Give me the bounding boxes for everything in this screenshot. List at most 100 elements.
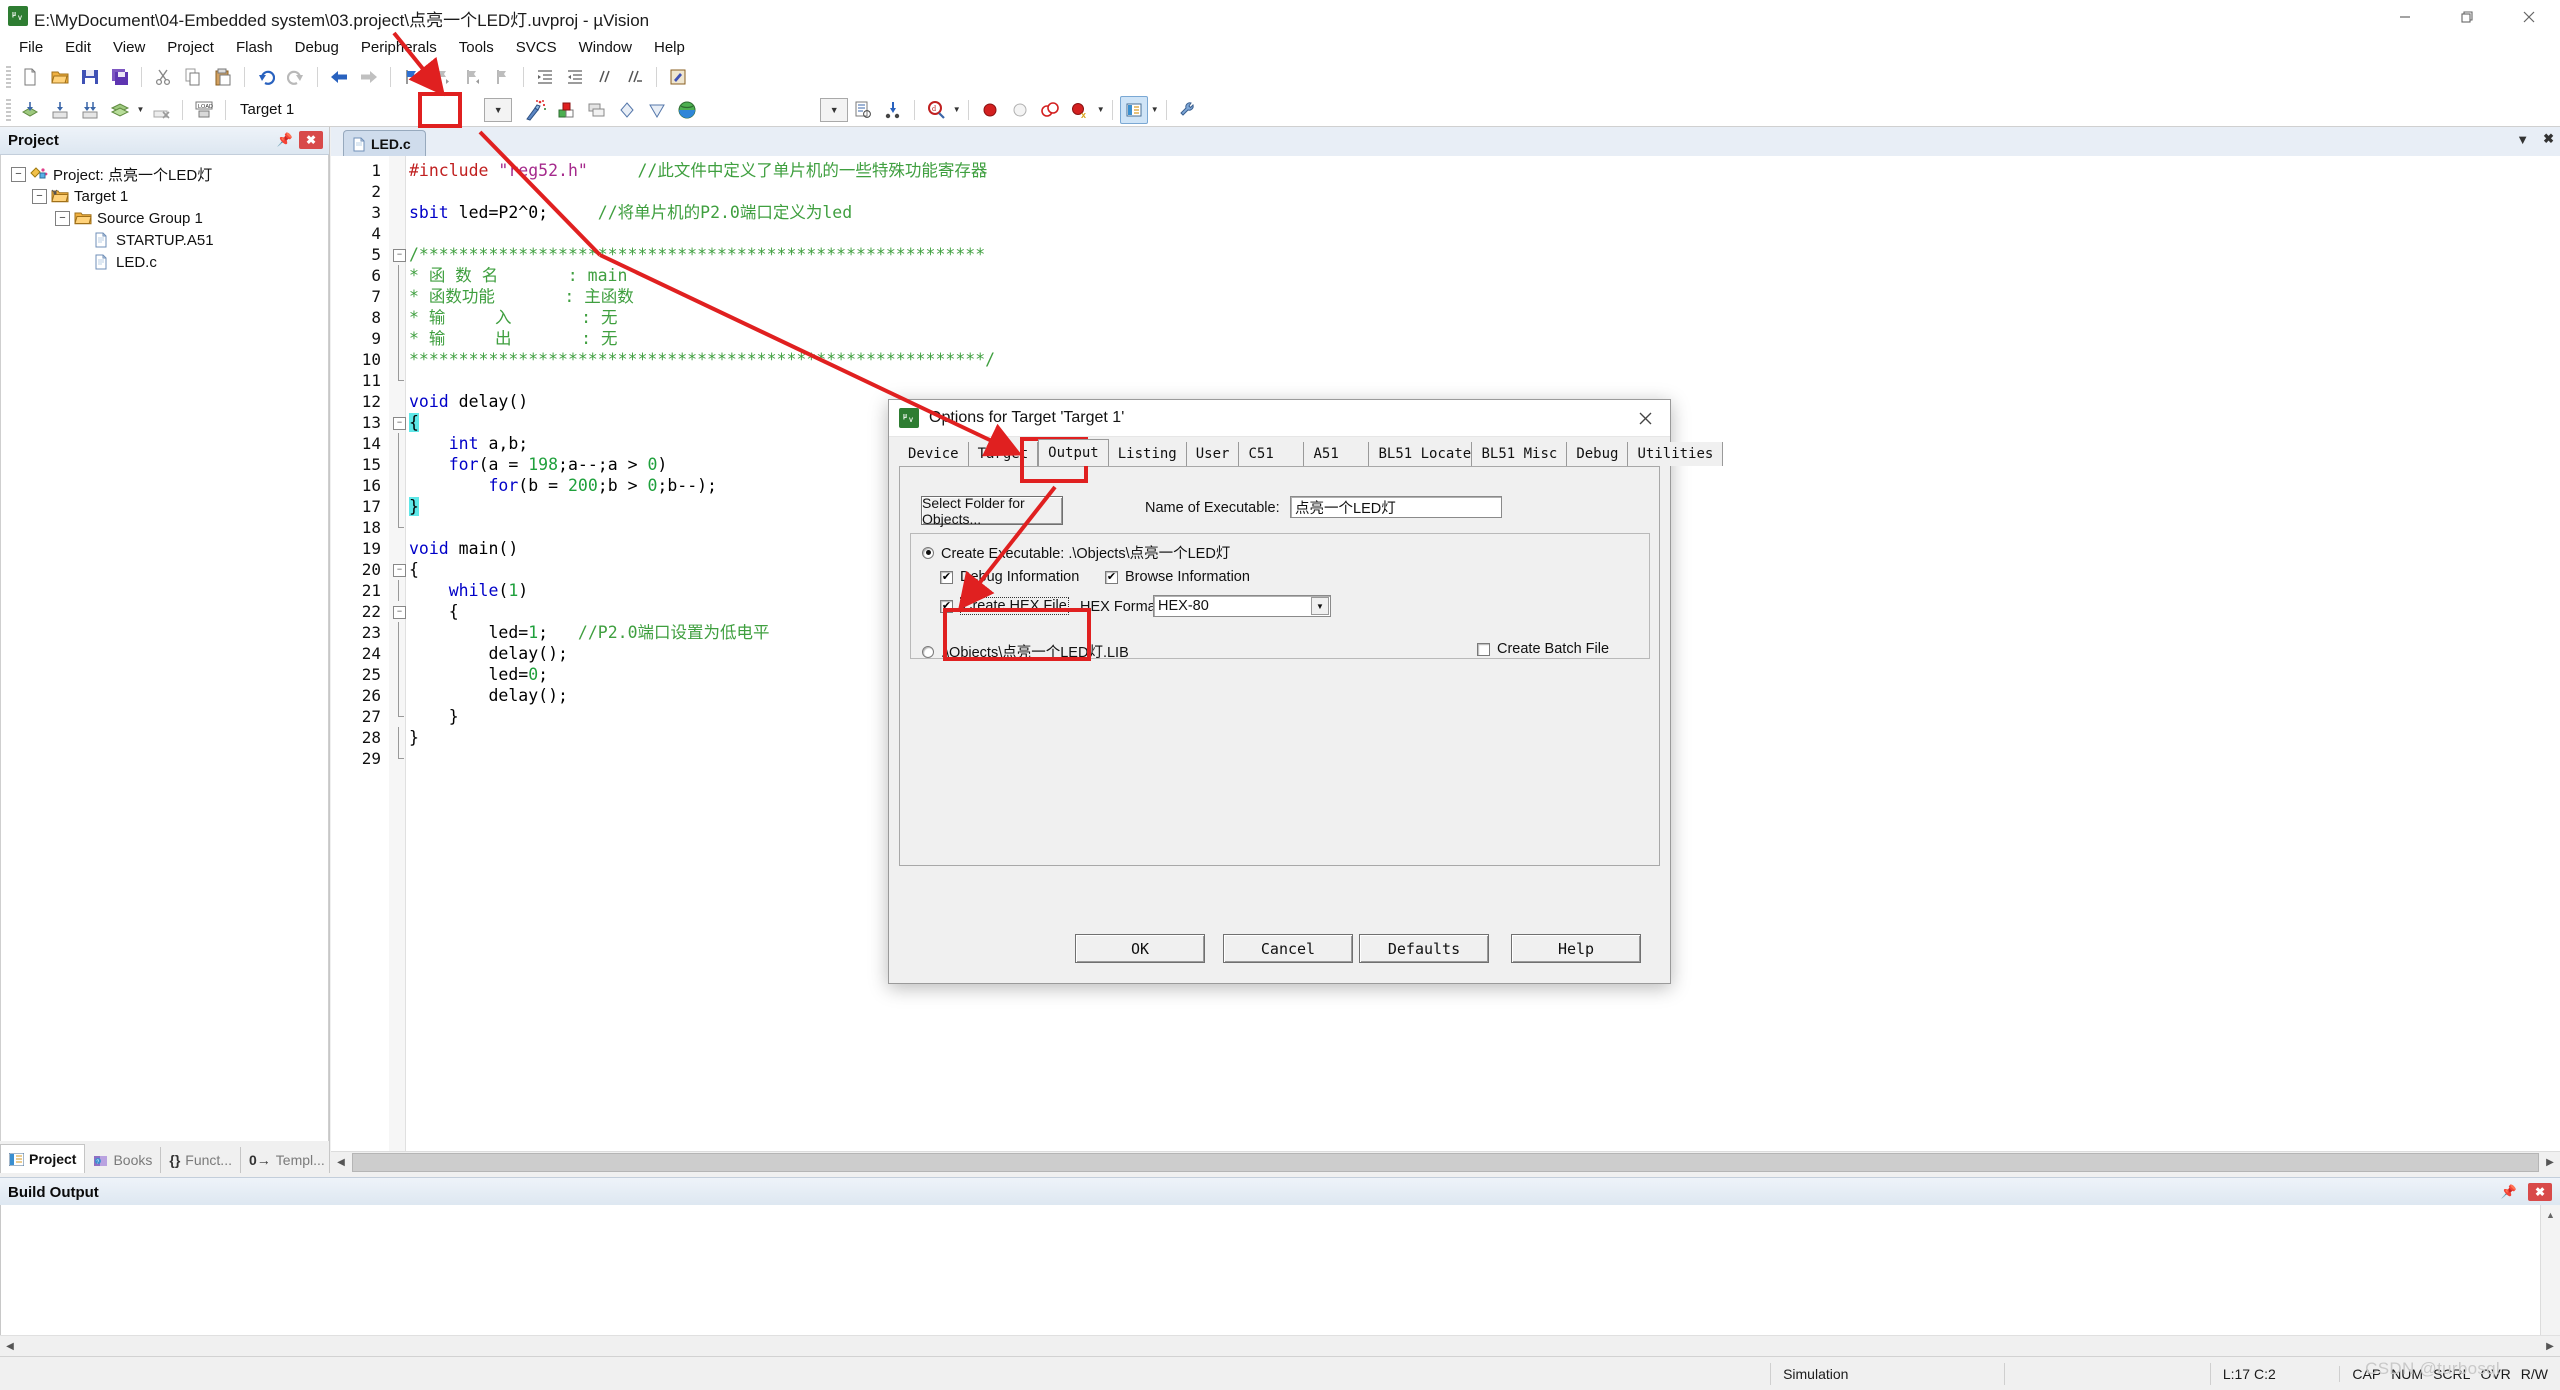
remove-icon[interactable] — [643, 96, 671, 124]
redo-icon[interactable] — [282, 63, 310, 91]
toolbar-grip[interactable] — [6, 98, 11, 121]
code-line[interactable]: void main() — [409, 538, 518, 559]
debug-information-row[interactable]: ✔ Debug Information — [940, 569, 1079, 585]
target-select-dropdown[interactable]: ▼ — [484, 97, 513, 122]
name-of-executable-input[interactable]: 点亮一个LED灯 — [1290, 496, 1502, 518]
dialog-tab-device[interactable]: Device — [899, 442, 969, 466]
build-output-content[interactable] — [0, 1205, 2560, 1335]
tree-item-led-c[interactable]: LED.c — [7, 251, 328, 273]
fold-collapse-icon[interactable]: − — [393, 417, 406, 430]
code-line[interactable]: } — [409, 727, 419, 748]
new-file-icon[interactable] — [16, 63, 44, 91]
code-line[interactable]: * 函 数 名 : main — [409, 265, 627, 286]
paste-icon[interactable] — [209, 63, 237, 91]
dialog-tab-bl51-locate[interactable]: BL51 Locate — [1369, 442, 1473, 466]
disable-all-breakpoints-icon[interactable] — [1036, 96, 1064, 124]
options-for-target-icon[interactable] — [519, 95, 551, 125]
debug-information-checkbox[interactable]: ✔ — [940, 570, 953, 584]
browse-information-checkbox[interactable]: ✔ — [1105, 570, 1118, 584]
dialog-tab-c51[interactable]: C51 — [1239, 442, 1305, 466]
code-line[interactable]: sbit led=P2^0; //将单片机的P2.0端口定义为led — [409, 202, 852, 223]
uncomment-icon[interactable] — [621, 63, 649, 91]
editor-horizontal-scrollbar[interactable]: ◀ ▶ — [331, 1151, 2560, 1173]
menu-tools[interactable]: Tools — [448, 36, 505, 59]
tab-templates[interactable]: 0→ Templ... — [241, 1147, 334, 1173]
insert-template-icon[interactable] — [849, 96, 877, 124]
translate-icon[interactable] — [16, 96, 44, 124]
project-window-dropdown[interactable]: ▼ — [1149, 97, 1160, 123]
manage-project-items-icon[interactable] — [583, 96, 611, 124]
pin-icon[interactable]: 📌 — [2500, 1183, 2518, 1201]
indent-icon[interactable] — [531, 63, 559, 91]
dialog-tab-debug[interactable]: Debug — [1567, 442, 1629, 466]
code-line[interactable]: { — [409, 601, 459, 622]
debug-query-icon[interactable]: d — [922, 96, 950, 124]
dialog-tab-utilities[interactable]: Utilities — [1628, 442, 1724, 466]
tree-item-target[interactable]: − Target 1 — [7, 185, 328, 207]
disable-breakpoint-icon[interactable] — [1006, 96, 1034, 124]
save-icon[interactable] — [76, 63, 104, 91]
menu-peripherals[interactable]: Peripherals — [350, 36, 448, 59]
project-window-icon[interactable] — [1120, 95, 1149, 124]
create-executable-radio-row[interactable]: Create Executable: .\Objects\点亮一个LED灯 — [922, 542, 1230, 563]
pin-icon[interactable]: 📌 — [276, 131, 294, 149]
code-line[interactable]: ****************************************… — [409, 349, 995, 370]
dialog-tab-target[interactable]: Target — [968, 442, 1039, 466]
tree-item-startup-a51[interactable]: STARTUP.A51 — [7, 229, 328, 251]
scroll-left-icon[interactable]: ◀ — [0, 1337, 20, 1356]
maximize-button[interactable] — [2436, 0, 2498, 33]
code-line[interactable]: * 输 入 : 无 — [409, 307, 617, 328]
tab-project[interactable]: Project — [0, 1144, 86, 1173]
code-line[interactable]: delay(); — [409, 643, 567, 664]
dialog-tab-user[interactable]: User — [1186, 442, 1240, 466]
rebuild-icon[interactable] — [76, 96, 104, 124]
scroll-up-icon[interactable]: ▲ — [2541, 1205, 2560, 1224]
scroll-right-icon[interactable]: ▶ — [2540, 1337, 2560, 1356]
bookmark-clear-icon[interactable] — [488, 63, 516, 91]
menu-view[interactable]: View — [102, 36, 156, 59]
bookmark-prev-icon[interactable] — [428, 63, 456, 91]
kill-all-breakpoints-icon[interactable]: x — [1066, 96, 1094, 124]
code-line[interactable]: for(a = 198;a--;a > 0) — [409, 454, 668, 475]
close-button[interactable] — [2498, 0, 2560, 33]
code-line[interactable]: #include "reg52.h" //此文件中定义了单片机的一些特殊功能寄存… — [409, 160, 987, 181]
code-line[interactable]: * 函数功能 : 主函数 — [409, 286, 634, 307]
expander-icon[interactable]: − — [55, 210, 70, 226]
menu-project[interactable]: Project — [156, 36, 225, 59]
dialog-tab-listing[interactable]: Listing — [1108, 442, 1187, 466]
code-line[interactable]: led=1; //P2.0端口设置为低电平 — [409, 622, 769, 643]
create-library-radio[interactable] — [922, 645, 934, 658]
insert-breakpoint-icon[interactable] — [976, 96, 1004, 124]
create-library-row[interactable]: .\Objects\点亮一个LED灯.LIB — [922, 641, 1129, 662]
code-line[interactable]: } — [409, 706, 459, 727]
manage-components-icon[interactable] — [553, 96, 581, 124]
browse-information-row[interactable]: ✔ Browse Information — [1105, 569, 1250, 585]
help-button[interactable]: Help — [1511, 934, 1641, 963]
create-batch-file-checkbox[interactable] — [1477, 642, 1490, 656]
batch-build-icon[interactable] — [106, 96, 134, 124]
build-icon[interactable] — [46, 96, 74, 124]
create-batch-file-row[interactable]: Create Batch File — [1477, 641, 1609, 657]
ok-button[interactable]: OK — [1075, 934, 1205, 963]
code-line[interactable]: void delay() — [409, 391, 528, 412]
tree-item-source-group[interactable]: − Source Group 1 — [7, 207, 328, 229]
configuration-wizard-icon[interactable] — [673, 96, 701, 124]
hex-format-select[interactable]: HEX-80 ▼ — [1153, 595, 1331, 617]
code-line[interactable]: * 输 出 : 无 — [409, 328, 617, 349]
configuration-wizard-tool-icon[interactable] — [1174, 96, 1202, 124]
scroll-right-icon[interactable]: ▶ — [2540, 1153, 2560, 1172]
chevron-down-icon[interactable]: ▼ — [1311, 597, 1329, 615]
navigate-back-icon[interactable] — [325, 63, 353, 91]
code-line[interactable]: led=0; — [409, 664, 548, 685]
download-icon[interactable]: LOAD — [190, 96, 218, 124]
menu-window[interactable]: Window — [568, 36, 643, 59]
menu-debug[interactable]: Debug — [284, 36, 350, 59]
fold-collapse-icon[interactable]: − — [393, 606, 406, 619]
save-all-icon[interactable] — [106, 63, 134, 91]
navigate-forward-icon[interactable] — [355, 63, 383, 91]
code-line[interactable]: int a,b; — [409, 433, 528, 454]
create-hex-file-row[interactable]: ✔ Create HEX File — [940, 597, 1069, 615]
toolbar-grip[interactable] — [6, 66, 11, 88]
comment-icon[interactable] — [591, 63, 619, 91]
tab-functions[interactable]: {} Funct... — [161, 1147, 241, 1173]
